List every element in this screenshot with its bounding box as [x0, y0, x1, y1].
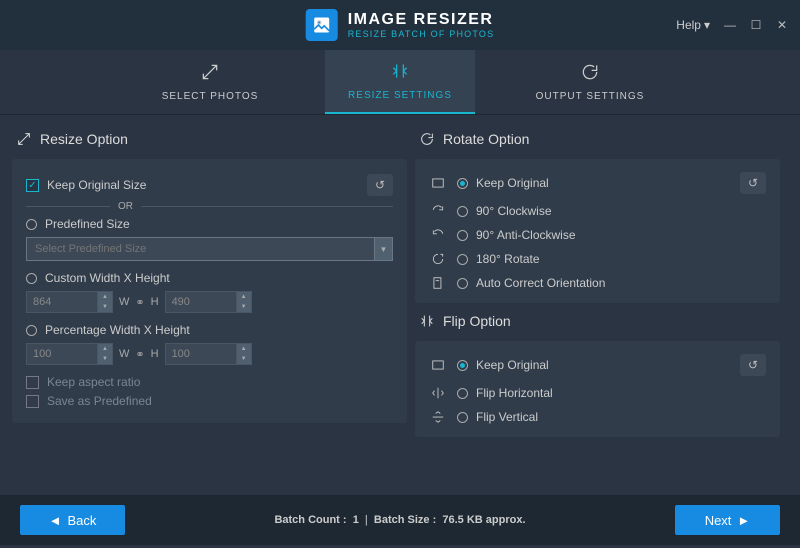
tab-select-photos[interactable]: SELECT PHOTOS — [135, 50, 285, 114]
rotate-cw-icon — [429, 204, 447, 218]
predefined-select[interactable]: ▼ — [26, 237, 393, 261]
link-icon[interactable]: ⚭ — [135, 296, 144, 309]
rotate-panel: Keep Original ↺ 90° Clockwise 90° Anti-C… — [415, 159, 780, 303]
batch-info: Batch Count : 1 | Batch Size : 76.5 KB a… — [125, 514, 675, 526]
reset-rotate-button[interactable]: ↺ — [740, 172, 766, 194]
content: Resize Option Keep Original Size ↺ OR Pr… — [0, 115, 800, 495]
save-predefined-checkbox[interactable] — [26, 395, 39, 408]
tab-label: OUTPUT SETTINGS — [536, 91, 645, 102]
footer: ◄ Back Batch Count : 1 | Batch Size : 76… — [0, 495, 800, 545]
help-label: Help — [676, 18, 701, 32]
custom-label: Custom Width X Height — [45, 271, 170, 285]
predefined-label: Predefined Size — [45, 217, 130, 231]
titlebar: IMAGE RESIZER RESIZE BATCH OF PHOTOS Hel… — [0, 0, 800, 50]
rotate-180-radio[interactable] — [457, 254, 468, 265]
rotate-acw-label: 90° Anti-Clockwise — [476, 228, 576, 242]
help-menu[interactable]: Help ▾ — [676, 18, 710, 32]
tab-label: RESIZE SETTINGS — [348, 90, 452, 101]
rotate-auto-radio[interactable] — [457, 278, 468, 289]
tab-resize-settings[interactable]: RESIZE SETTINGS — [325, 50, 475, 114]
logo-icon — [306, 9, 338, 41]
panel-title: Flip Option — [443, 313, 511, 329]
maximize-button[interactable]: ☐ — [750, 19, 762, 31]
app-title: IMAGE RESIZER — [348, 11, 495, 29]
save-predefined-label: Save as Predefined — [47, 394, 152, 408]
w-label: W — [119, 296, 129, 308]
reset-flip-button[interactable]: ↺ — [740, 354, 766, 376]
custom-width-input[interactable]: ▲▼ — [26, 291, 113, 313]
rotate-cw-radio[interactable] — [457, 206, 468, 217]
percent-radio[interactable] — [26, 325, 37, 336]
rotate-option-header: Rotate Option — [415, 123, 780, 159]
rotate-acw-icon — [429, 228, 447, 242]
w-label: W — [119, 348, 129, 360]
refresh-icon — [580, 62, 600, 87]
percent-label: Percentage Width X Height — [45, 323, 190, 337]
aspect-checkbox[interactable] — [26, 376, 39, 389]
rotate-acw-radio[interactable] — [457, 230, 468, 241]
keep-original-label: Keep Original Size — [47, 178, 146, 192]
percent-height-input[interactable]: ▲▼ — [165, 343, 252, 365]
h-label: H — [151, 348, 159, 360]
flip-icon — [419, 313, 435, 329]
back-label: Back — [67, 513, 96, 528]
h-label: H — [151, 296, 159, 308]
app-logo: IMAGE RESIZER RESIZE BATCH OF PHOTOS — [306, 9, 495, 41]
next-button[interactable]: Next ► — [675, 505, 780, 535]
expand-icon — [200, 62, 220, 87]
flip-h-icon — [429, 386, 447, 400]
rotate-keep-label: Keep Original — [476, 176, 549, 190]
flip-v-radio[interactable] — [457, 412, 468, 423]
app-subtitle: RESIZE BATCH OF PHOTOS — [348, 29, 495, 39]
rotate-icon — [419, 131, 435, 147]
custom-height-input[interactable]: ▲▼ — [165, 291, 252, 313]
rotate-keep-radio[interactable] — [457, 178, 468, 189]
resize-panel: Keep Original Size ↺ OR Predefined Size … — [12, 159, 407, 423]
rotate-180-label: 180° Rotate — [476, 252, 540, 266]
panel-title: Rotate Option — [443, 131, 529, 147]
back-button[interactable]: ◄ Back — [20, 505, 125, 535]
rotate-auto-label: Auto Correct Orientation — [476, 276, 605, 290]
dropdown-icon[interactable]: ▼ — [375, 237, 393, 261]
or-label: OR — [110, 201, 141, 212]
panel-title: Resize Option — [40, 131, 128, 147]
flip-h-radio[interactable] — [457, 388, 468, 399]
flip-v-label: Flip Vertical — [476, 410, 538, 424]
flip-keep-radio[interactable] — [457, 360, 468, 371]
arrow-right-icon: ► — [737, 513, 750, 528]
expand-icon — [16, 131, 32, 147]
chevron-down-icon: ▾ — [704, 18, 710, 32]
percent-width-input[interactable]: ▲▼ — [26, 343, 113, 365]
flip-panel: Keep Original ↺ Flip Horizontal Flip Ver… — [415, 341, 780, 437]
link-icon[interactable]: ⚭ — [135, 348, 144, 361]
minimize-button[interactable]: — — [724, 19, 736, 31]
flip-v-icon — [429, 410, 447, 424]
keep-original-checkbox[interactable] — [26, 179, 39, 192]
resize-icon — [390, 61, 410, 86]
custom-radio[interactable] — [26, 273, 37, 284]
close-button[interactable]: ✕ — [776, 19, 788, 31]
tabs: SELECT PHOTOS RESIZE SETTINGS OUTPUT SET… — [0, 50, 800, 115]
reset-resize-button[interactable]: ↺ — [367, 174, 393, 196]
rotate-cw-label: 90° Clockwise — [476, 204, 552, 218]
divider — [26, 206, 110, 207]
next-label: Next — [705, 513, 732, 528]
rotate-180-icon — [429, 252, 447, 266]
tab-output-settings[interactable]: OUTPUT SETTINGS — [515, 50, 665, 114]
aspect-label: Keep aspect ratio — [47, 375, 140, 389]
flip-option-header: Flip Option — [415, 311, 780, 341]
rotate-auto-icon — [429, 276, 447, 290]
flip-keep-icon — [429, 358, 447, 372]
tab-label: SELECT PHOTOS — [162, 91, 259, 102]
predefined-input[interactable] — [26, 237, 375, 261]
flip-keep-label: Keep Original — [476, 358, 549, 372]
flip-h-label: Flip Horizontal — [476, 386, 553, 400]
predefined-radio[interactable] — [26, 219, 37, 230]
divider — [141, 206, 393, 207]
resize-option-header: Resize Option — [12, 123, 407, 159]
arrow-left-icon: ◄ — [49, 513, 62, 528]
rotate-keep-icon — [429, 176, 447, 190]
